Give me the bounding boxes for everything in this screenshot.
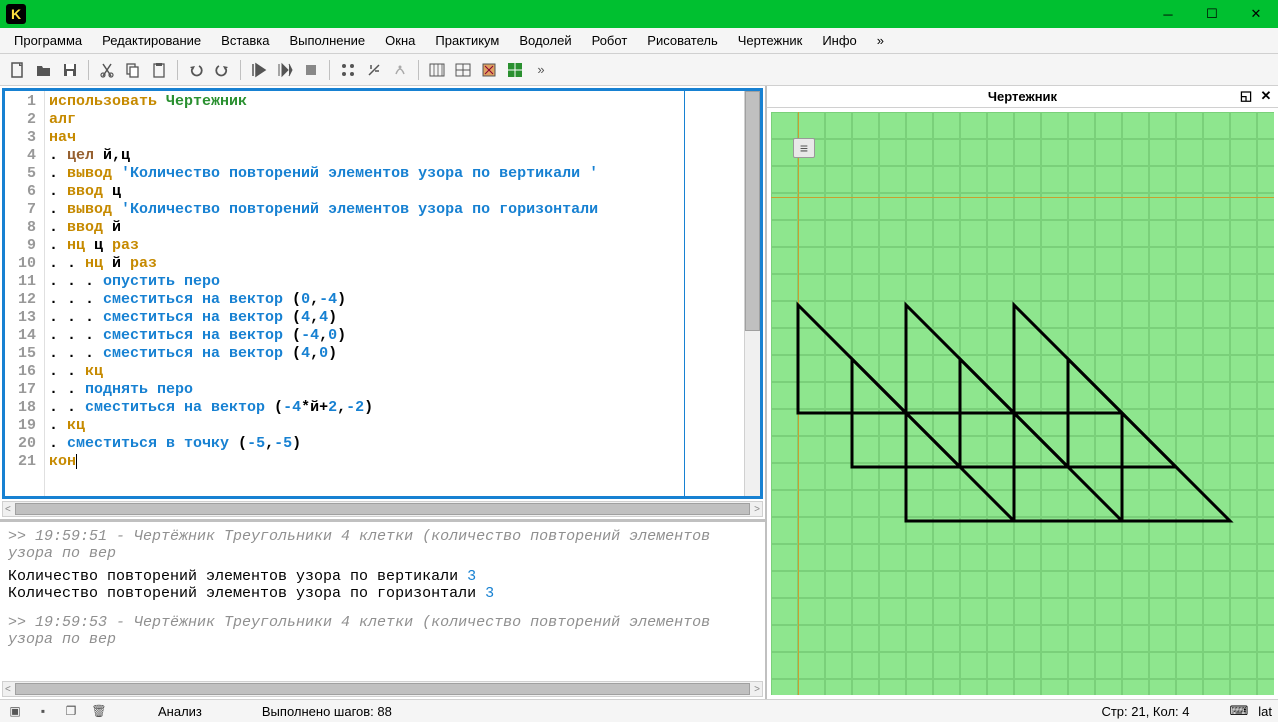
menu-программа[interactable]: Программа	[4, 30, 92, 51]
code-line[interactable]: . . . сместиться на вектор (4,0)	[49, 345, 680, 363]
code-line[interactable]: . . сместиться на вектор (-4*й+2,-2)	[49, 399, 680, 417]
menu-робот[interactable]: Робот	[582, 30, 638, 51]
code-line[interactable]: . нц ц раз	[49, 237, 680, 255]
menu-практикум[interactable]: Практикум	[425, 30, 509, 51]
code-line[interactable]: использовать Чертежник	[49, 93, 680, 111]
save-icon[interactable]: ▪	[34, 702, 52, 720]
menu-инфо[interactable]: Инфо	[812, 30, 866, 51]
code-line[interactable]: . сместиться в точку (-5,-5)	[49, 435, 680, 453]
save-button[interactable]	[58, 58, 82, 82]
green-button[interactable]	[503, 58, 527, 82]
tog1-button[interactable]	[336, 58, 360, 82]
statusbar: ▣ ▪ ❐ 🗑 Анализ Выполнено шагов: 88 Стр: …	[0, 699, 1278, 722]
vertical-scrollbar[interactable]	[744, 91, 760, 496]
titlebar: K ─ ☐ ✕	[0, 0, 1278, 28]
logo-icon: K	[6, 4, 26, 24]
maximize-button[interactable]: ☐	[1190, 0, 1234, 28]
console-scrollbar[interactable]: <>	[2, 681, 763, 697]
line-gutter: 123456789101112131415161718192021	[5, 91, 45, 496]
code-line[interactable]: . . нц й раз	[49, 255, 680, 273]
grid1-button[interactable]	[425, 58, 449, 82]
panel-close-button[interactable]: ✕	[1258, 88, 1274, 104]
console-value: 3	[467, 568, 476, 585]
status-steps: Выполнено шагов: 88	[262, 704, 392, 719]
status-analysis: Анализ	[158, 704, 202, 719]
editor-margin	[684, 91, 744, 496]
code-line[interactable]: . . . сместиться на вектор (0,-4)	[49, 291, 680, 309]
code-line[interactable]: . ввод ц	[49, 183, 680, 201]
code-line[interactable]: . . . опустить перо	[49, 273, 680, 291]
copy-button[interactable]	[121, 58, 145, 82]
menu-водолей[interactable]: Водолей	[509, 30, 581, 51]
menu-рисователь[interactable]: Рисователь	[637, 30, 727, 51]
open-button[interactable]	[32, 58, 56, 82]
tog2-button[interactable]	[362, 58, 386, 82]
editor[interactable]: 123456789101112131415161718192021 исполь…	[2, 88, 763, 499]
drawing-svg	[771, 112, 1271, 695]
close-button[interactable]: ✕	[1234, 0, 1278, 28]
menubar: ПрограммаРедактированиеВставкаВыполнение…	[0, 28, 1278, 54]
console-output: Количество повторений элементов узора по…	[8, 585, 485, 602]
pal-button[interactable]	[477, 58, 501, 82]
code-line[interactable]: . . кц	[49, 363, 680, 381]
panel-title-text: Чертежник	[988, 89, 1057, 104]
stop-button[interactable]	[299, 58, 323, 82]
menu-выполнение[interactable]: Выполнение	[279, 30, 375, 51]
console-timestamp: >> 19:59:51 - Чертёжник Треугольники 4 к…	[8, 528, 757, 562]
cut-button[interactable]	[95, 58, 119, 82]
code-area[interactable]: использовать Чертежникалгнач. цел й,ц. в…	[45, 91, 684, 496]
horizontal-scrollbar[interactable]: <>	[2, 501, 763, 517]
cursor-position: Стр: 21, Кол: 4	[1101, 704, 1189, 719]
console-timestamp: >> 19:59:53 - Чертёжник Треугольники 4 к…	[8, 614, 757, 648]
panel-title: Чертежник ◱ ✕	[767, 86, 1278, 108]
console-output: Количество повторений элементов узора по…	[8, 568, 467, 585]
code-line[interactable]: алг	[49, 111, 680, 129]
paste-button[interactable]	[147, 58, 171, 82]
trash-icon[interactable]: 🗑	[90, 702, 108, 720]
new-button[interactable]	[6, 58, 30, 82]
code-line[interactable]: . цел й,ц	[49, 147, 680, 165]
undo-button[interactable]	[184, 58, 208, 82]
toolbar: »	[0, 54, 1278, 86]
code-line[interactable]: . кц	[49, 417, 680, 435]
menu-редактирование[interactable]: Редактирование	[92, 30, 211, 51]
minimize-button[interactable]: ─	[1146, 0, 1190, 28]
panel-popout-button[interactable]: ◱	[1238, 88, 1254, 104]
input-language: lat	[1258, 704, 1272, 719]
code-line[interactable]: нач	[49, 129, 680, 147]
menu-вставка[interactable]: Вставка	[211, 30, 279, 51]
canvas-menu-button[interactable]: ≡	[793, 138, 815, 158]
code-line[interactable]: кон	[49, 453, 680, 471]
tog3-button[interactable]	[388, 58, 412, 82]
menu-окна[interactable]: Окна	[375, 30, 425, 51]
drawing-canvas[interactable]: ≡	[771, 112, 1274, 695]
console-value: 3	[485, 585, 494, 602]
output-console[interactable]: >> 19:59:51 - Чертёжник Треугольники 4 к…	[0, 522, 765, 681]
step-button[interactable]	[273, 58, 297, 82]
code-line[interactable]: . . . сместиться на вектор (4,4)	[49, 309, 680, 327]
menu-чертежник[interactable]: Чертежник	[728, 30, 813, 51]
code-line[interactable]: . вывод 'Количество повторений элементов…	[49, 165, 680, 183]
redo-button[interactable]	[210, 58, 234, 82]
copy-icon[interactable]: ❐	[62, 702, 80, 720]
more-button[interactable]: »	[529, 58, 553, 82]
grid2-button[interactable]	[451, 58, 475, 82]
code-line[interactable]: . ввод й	[49, 219, 680, 237]
code-line[interactable]: . вывод 'Количество повторений элементов…	[49, 201, 680, 219]
console-icon[interactable]: ▣	[6, 702, 24, 720]
code-line[interactable]: . . поднять перо	[49, 381, 680, 399]
menu-»[interactable]: »	[867, 30, 894, 51]
run-button[interactable]	[247, 58, 271, 82]
code-line[interactable]: . . . сместиться на вектор (-4,0)	[49, 327, 680, 345]
